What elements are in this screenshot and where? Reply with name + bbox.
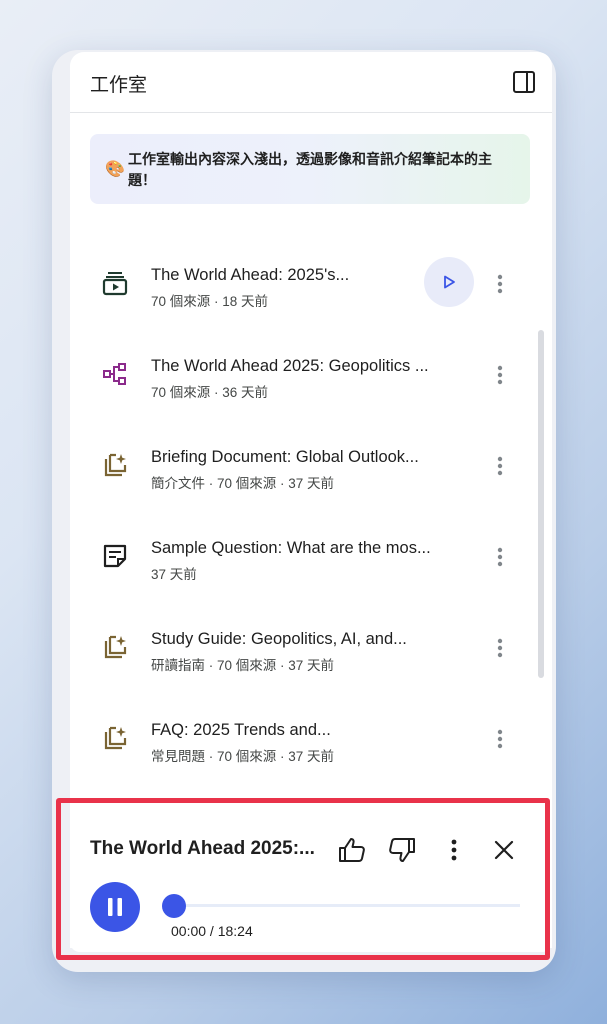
list-scrollbar[interactable] <box>538 330 544 678</box>
more-vert-icon <box>497 456 503 476</box>
more-vert-icon <box>497 547 503 567</box>
item-title: FAQ: 2025 Trends and... <box>151 721 331 739</box>
video-overview-icon <box>100 268 130 298</box>
page-title: 工作室 <box>90 75 148 96</box>
list-item[interactable]: Briefing Document: Global Outlook... 簡介文… <box>70 410 540 500</box>
player-more-button[interactable] <box>438 834 470 866</box>
studio-info-banner: 🎨 工作室輸出內容深入淺出，透過影像和音訊介紹筆記本的主題！ <box>90 134 530 204</box>
player-title: The World Ahead 2025:... <box>90 838 315 859</box>
thumbs-up-icon <box>339 838 365 862</box>
report-icon <box>100 450 130 480</box>
note-icon <box>100 541 130 571</box>
studio-header: 工作室 <box>70 52 552 113</box>
playback-time: 00:00 / 18:24 <box>171 923 253 939</box>
item-title: Briefing Document: Global Outlook... <box>151 448 419 466</box>
banner-text: 工作室輸出內容深入淺出，透過影像和音訊介紹筆記本的主題！ <box>128 151 492 188</box>
more-vert-icon <box>497 638 503 658</box>
side-panel-icon <box>513 71 535 93</box>
list-item[interactable]: The World Ahead 2025: Geopolitics ... 70… <box>70 319 540 409</box>
palette-icon: 🎨 <box>105 161 125 178</box>
list-item[interactable]: Sample Question: What are the mos... 37 … <box>70 501 540 591</box>
more-vert-icon <box>497 274 503 294</box>
item-subtitle: 簡介文件 · 70 個來源 · 37 天前 <box>151 476 335 491</box>
progress-thumb[interactable] <box>162 894 186 918</box>
mind-map-icon <box>100 359 130 389</box>
collapse-panel-button[interactable] <box>510 68 538 96</box>
list-item[interactable]: FAQ: 2025 Trends and... 常見問題 · 70 個來源 · … <box>70 683 540 773</box>
close-icon <box>494 840 514 860</box>
more-options-button[interactable] <box>488 454 512 478</box>
item-title: The World Ahead: 2025's... <box>151 266 350 284</box>
audio-player: The World Ahead 2025:... 00:00 / 18:24 <box>70 796 552 948</box>
more-options-button[interactable] <box>488 545 512 569</box>
more-options-button[interactable] <box>488 363 512 387</box>
more-vert-icon <box>497 365 503 385</box>
more-options-button[interactable] <box>488 727 512 751</box>
list-item[interactable]: The World Ahead: 2025's... 70 個來源 · 18 天… <box>70 228 540 318</box>
play-icon <box>444 275 455 289</box>
item-subtitle: 70 個來源 · 36 天前 <box>151 385 269 400</box>
pause-icon <box>108 898 122 916</box>
thumbs-up-button[interactable] <box>336 834 368 866</box>
report-icon <box>100 723 130 753</box>
item-title: The World Ahead 2025: Geopolitics ... <box>151 357 429 375</box>
item-title: Sample Question: What are the mos... <box>151 539 431 557</box>
item-title: Study Guide: Geopolitics, AI, and... <box>151 630 407 648</box>
item-subtitle: 37 天前 <box>151 567 197 582</box>
more-options-button[interactable] <box>488 272 512 296</box>
item-subtitle: 常見問題 · 70 個來源 · 37 天前 <box>151 749 335 764</box>
more-vert-icon <box>451 839 457 861</box>
thumbs-down-icon <box>389 838 415 862</box>
close-player-button[interactable] <box>488 834 520 866</box>
progress-track[interactable] <box>162 904 520 907</box>
pause-button[interactable] <box>90 882 140 932</box>
more-vert-icon <box>497 729 503 749</box>
list-item[interactable]: Study Guide: Geopolitics, AI, and... 研讀指… <box>70 592 540 682</box>
item-subtitle: 70 個來源 · 18 天前 <box>151 294 269 309</box>
item-subtitle: 研讀指南 · 70 個來源 · 37 天前 <box>151 658 335 673</box>
thumbs-down-button[interactable] <box>386 834 418 866</box>
more-options-button[interactable] <box>488 636 512 660</box>
report-icon <box>100 632 130 662</box>
play-button[interactable] <box>424 257 474 307</box>
